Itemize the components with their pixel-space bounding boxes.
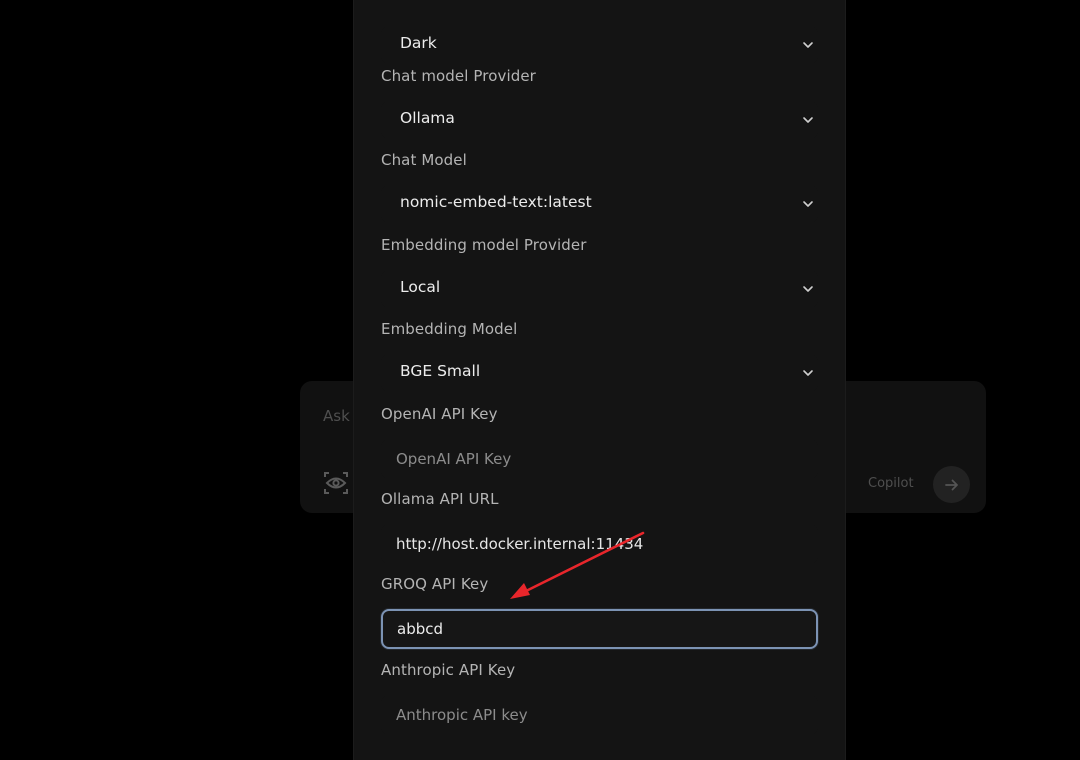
chat-input-placeholder: Ask [323,407,350,425]
copilot-toggle-label: Copilot [868,476,914,491]
chevron-down-icon [803,286,813,292]
anthropic-api-key-label: Anthropic API Key [381,661,516,679]
groq-api-key-field: GROQ API Key [381,574,818,649]
embedding-model-value: BGE Small [400,362,481,380]
openai-api-key-field: OpenAI API Key [381,404,818,479]
groq-api-key-label: GROQ API Key [381,575,489,593]
anthropic-api-key-input[interactable] [381,695,818,735]
chevron-down-icon [803,117,813,123]
embedding-model-field: Embedding Model BGE Small [381,319,818,392]
embedding-model-provider-field: Embedding model Provider Local [381,235,818,308]
anthropic-api-key-field: Anthropic API Key [381,660,818,735]
send-button [933,466,970,503]
chat-model-label: Chat Model [381,151,467,169]
chat-model-provider-field: Chat model Provider Ollama [381,66,818,139]
embedding-model-provider-value: Local [400,278,441,296]
theme-label [381,0,818,11]
chat-model-provider-label: Chat model Provider [381,67,536,85]
embedding-model-label: Embedding Model [381,320,518,338]
embedding-model-select[interactable]: BGE Small [381,354,818,392]
chat-model-value: nomic-embed-text:latest [400,193,592,211]
chat-model-provider-select[interactable]: Ollama [381,101,818,139]
eye-scan-icon [324,472,348,494]
chat-model-field: Chat Model nomic-embed-text:latest [381,150,818,223]
openai-api-key-input[interactable] [381,439,818,479]
chat-model-provider-value: Ollama [400,109,455,127]
chevron-down-icon [803,42,813,48]
arrow-right-icon [944,479,958,490]
ollama-api-url-label: Ollama API URL [381,490,499,508]
embedding-model-provider-select[interactable]: Local [381,270,818,308]
groq-api-key-input[interactable] [381,609,818,649]
ollama-api-url-field: Ollama API URL [381,489,818,564]
ollama-api-url-input[interactable] [381,524,818,564]
theme-select-value: Dark [400,34,437,52]
chevron-down-icon [803,370,813,376]
theme-select[interactable]: Dark [381,26,818,64]
theme-field: Dark [381,0,818,64]
chat-model-select[interactable]: nomic-embed-text:latest [381,185,818,223]
settings-modal: Dark Chat model Provider Ollama Chat Mod… [353,0,846,760]
chevron-down-icon [803,201,813,207]
openai-api-key-label: OpenAI API Key [381,405,498,423]
embedding-model-provider-label: Embedding model Provider [381,236,587,254]
